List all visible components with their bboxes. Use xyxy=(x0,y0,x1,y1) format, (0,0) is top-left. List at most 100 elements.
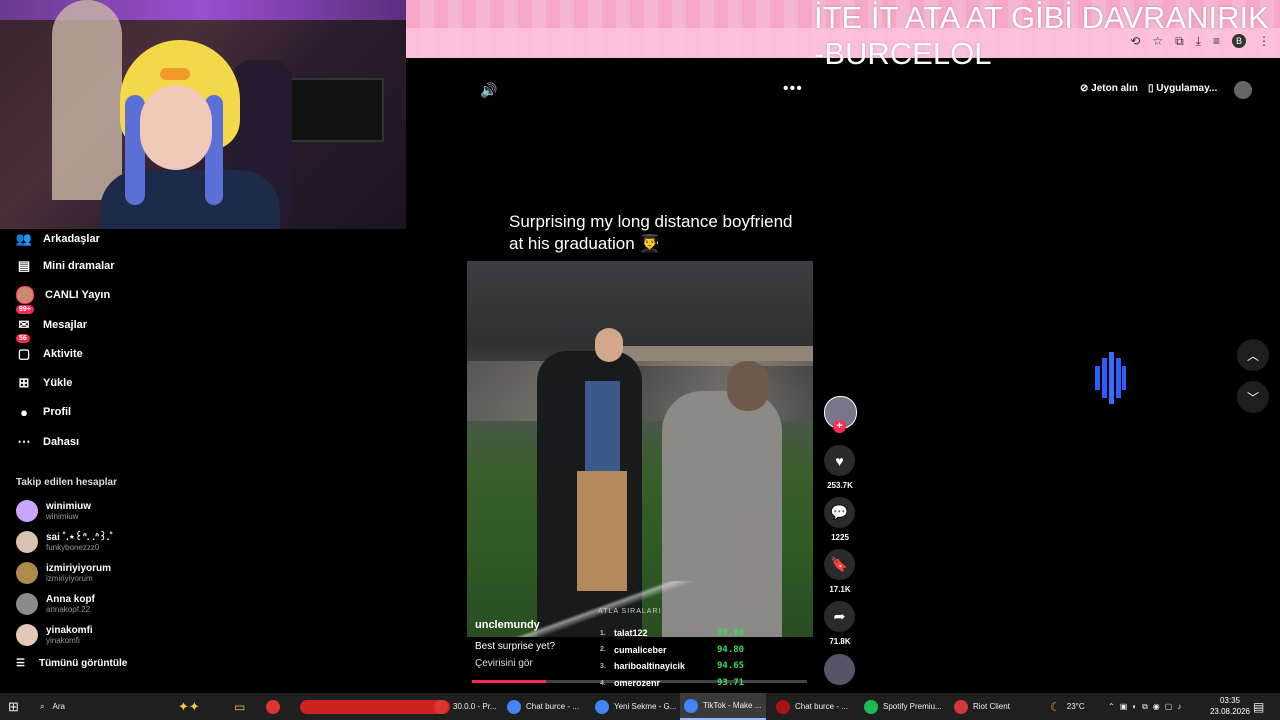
date-label: 23.08.2026 xyxy=(1209,707,1250,716)
share-button[interactable]: ➦ xyxy=(824,601,855,632)
taskbar-app-6[interactable]: Riot Client xyxy=(950,693,1040,720)
app-icon xyxy=(434,699,448,714)
followed-account[interactable]: Anna kopf annakopf.22 xyxy=(16,593,95,615)
follow-plus-button[interactable]: + xyxy=(833,420,846,433)
following-title: Takip edilen hesaplar xyxy=(16,477,117,488)
get-app-button[interactable]: ▯ Uygulamay... xyxy=(1148,83,1217,94)
avatar xyxy=(16,593,38,615)
video-watermark: ATLA SIRALARI xyxy=(598,608,662,615)
avatar xyxy=(16,624,38,646)
sidebar-item-6[interactable]: ● Profil xyxy=(16,400,71,424)
account-username: izmiriyiyorum xyxy=(46,573,93,583)
comment-icon: 💬 xyxy=(830,504,849,520)
followed-account[interactable]: winimiuw winimiuw xyxy=(16,500,91,522)
chevron-down-icon: ﹀ xyxy=(1246,390,1259,405)
volume-icon[interactable]: 🔊 xyxy=(480,82,497,99)
sidebar-item-7[interactable]: ⋯ Dahası xyxy=(16,430,80,454)
more-options-icon[interactable]: ••• xyxy=(783,80,803,98)
sidebar-item-label: Mini dramalar xyxy=(43,260,115,272)
system-tray-icons[interactable]: ⌃▣◐⧉◉▢♪ xyxy=(1108,693,1186,720)
account-name: izmiriyiyorum xyxy=(46,562,112,574)
share-arrow-icon: ➦ xyxy=(833,608,846,624)
bookmark-icon: 🔖 xyxy=(830,556,849,572)
see-all-label: Tümünü görüntüle xyxy=(38,658,128,669)
app-icon xyxy=(595,699,609,714)
taskbar-app-2[interactable]: Yeni Sekme - G... xyxy=(591,693,681,720)
account-name: sai ˚.⋆꒰ᐢ. .ᐢ꒱.˚ xyxy=(46,531,113,543)
weather-widget[interactable]: ☾ 23°C xyxy=(1050,693,1085,720)
see-translation-link[interactable]: Çevirisini gör xyxy=(475,658,533,669)
more-dots-icon: ⋯ xyxy=(17,434,31,449)
sidebar-item-label: Dahası xyxy=(43,436,80,448)
taskbar-search[interactable]: ⌕ Ara xyxy=(40,693,65,720)
notification-badge: 99+ xyxy=(16,305,34,314)
sparkle-icon[interactable]: ✦✦ xyxy=(178,693,200,720)
user-avatar[interactable] xyxy=(1234,81,1252,99)
sidebar-item-1[interactable]: ▤ Mini dramalar xyxy=(16,254,115,278)
see-all-link[interactable]: ☰ Tümünü görüntüle xyxy=(16,658,127,669)
app-icon xyxy=(954,699,968,714)
taskbar-app-4[interactable]: Chat burce - ... xyxy=(772,693,862,720)
get-coins-label: Jeton alın xyxy=(1091,83,1138,94)
save-count: 17.1K xyxy=(829,585,851,594)
followed-account[interactable]: izmiriyiyorum izmiriyiyorum xyxy=(16,562,111,584)
previous-video-button[interactable]: ︿ xyxy=(1237,339,1269,371)
sidebar-item-0[interactable]: 👥 Arkadaşlar xyxy=(16,227,100,251)
score-row: 4. omerozenr 93.71 xyxy=(600,675,760,692)
messages-icon: ✉ xyxy=(18,317,30,332)
notification-icon[interactable]: ▤ xyxy=(1253,693,1264,720)
account-name: winimiuw xyxy=(46,500,91,512)
like-button[interactable]: ♥ xyxy=(824,445,855,476)
comment-count: 1225 xyxy=(831,533,849,542)
score-value: 93.71 xyxy=(717,678,745,689)
account-name: Anna kopf xyxy=(46,593,95,605)
temperature-label: 23°C xyxy=(1066,702,1085,711)
clock[interactable]: 03:35 23.08.2026 xyxy=(1210,695,1250,717)
taskbar-search-label: Ara xyxy=(52,702,65,711)
notification-badge: 56 xyxy=(16,334,30,343)
profile-icon: ● xyxy=(20,404,28,420)
time-label: 03:35 xyxy=(1219,696,1240,705)
file-explorer-icon[interactable]: ▭ xyxy=(234,693,245,720)
taskbar-app-label: Spotify Premiu... xyxy=(883,702,942,711)
like-count: 253.7K xyxy=(827,481,853,490)
score-name: hariboaltinayicik xyxy=(614,661,686,672)
next-video-button[interactable]: ﹀ xyxy=(1237,381,1269,413)
list-icon: ☰ xyxy=(16,658,25,669)
taskbar-app-3[interactable]: TikTok - Make ... xyxy=(680,693,766,720)
red-app-icon[interactable] xyxy=(266,693,285,720)
music-disc-avatar[interactable] xyxy=(824,654,855,685)
search-icon: ⌕ xyxy=(40,701,45,711)
media-thumbnail[interactable] xyxy=(300,693,450,720)
taskbar-app-label: 30.0.0 - Pr... xyxy=(453,702,497,711)
video-description: Best surprise yet? xyxy=(475,641,556,652)
heart-icon: ♥ xyxy=(835,452,844,469)
coin-icon: ⊘ xyxy=(1080,83,1092,94)
video-username[interactable]: unclemundy xyxy=(475,619,540,631)
get-coins-button[interactable]: ⊘ Jeton alın xyxy=(1080,83,1138,94)
video-player[interactable] xyxy=(467,261,813,637)
video-caption: Surprising my long distance boyfriend at… xyxy=(509,212,793,253)
windows-start-icon[interactable]: ⊞ xyxy=(8,693,19,720)
score-value: 94.80 xyxy=(717,644,745,655)
get-app-label: Uygulamay... xyxy=(1156,83,1218,94)
sidebar-item-2[interactable]: CANLI Yayın xyxy=(16,283,110,307)
app-icon xyxy=(864,699,878,714)
save-button[interactable]: 🔖 xyxy=(824,549,855,580)
taskbar-app-label: Yeni Sekme - G... xyxy=(614,702,677,711)
taskbar-app-5[interactable]: Spotify Premiu... xyxy=(860,693,950,720)
app-icon xyxy=(507,699,521,714)
account-username: winimiuw xyxy=(46,511,79,521)
followed-account[interactable]: yinakomfi yinakomfi xyxy=(16,624,93,646)
followed-account[interactable]: sai ˚.⋆꒰ᐢ. .ᐢ꒱.˚ funkybonezzz0 xyxy=(16,531,113,553)
taskbar-app-1[interactable]: Chat burce - ... xyxy=(503,693,593,720)
comment-button[interactable]: 💬 xyxy=(824,497,855,528)
sidebar-item-4[interactable]: ▢ 56 Aktivite xyxy=(16,334,83,366)
account-username: annakopf.22 xyxy=(46,604,91,614)
score-row: 3. hariboaltinayicik 94.65 xyxy=(600,658,760,675)
sidebar-item-5[interactable]: ⊞ Yükle xyxy=(16,371,73,395)
score-row: 1. talat122 98.64 xyxy=(600,625,760,642)
score-value: 98.64 xyxy=(717,628,745,639)
account-name: yinakomfi xyxy=(46,624,93,636)
upload-icon: ⊞ xyxy=(18,375,30,390)
